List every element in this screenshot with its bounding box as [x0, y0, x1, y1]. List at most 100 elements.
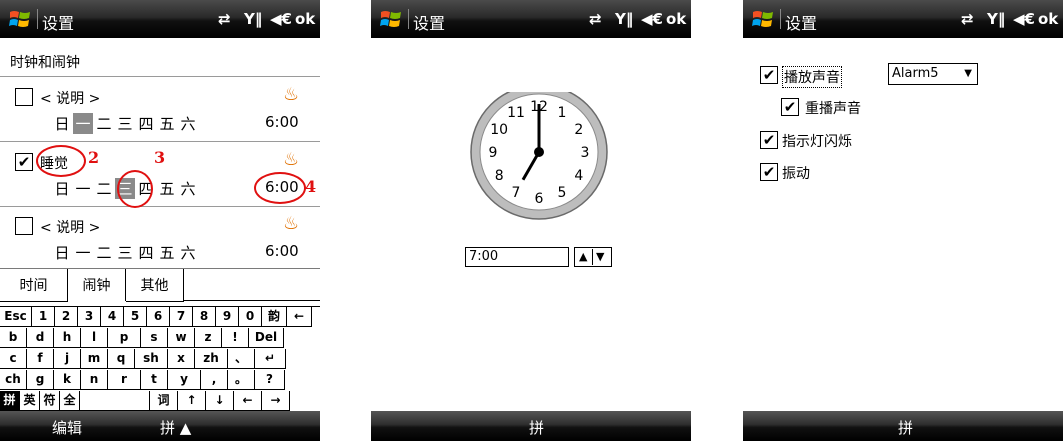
alarm-1-description[interactable]: < 说明 > [40, 88, 100, 108]
play-sound-label[interactable]: 播放声音 [782, 66, 842, 88]
keyboard-key[interactable]: g [27, 370, 54, 390]
chevron-down-icon[interactable]: ▼ [964, 64, 972, 84]
alarm-1-checkbox[interactable] [15, 88, 33, 106]
indicator-light-label[interactable]: 指示灯闪烁 [782, 131, 852, 151]
day-sat[interactable]: 六 [178, 242, 198, 263]
keyboard-key[interactable]: r [108, 370, 141, 390]
keyboard-key[interactable]: t [141, 370, 168, 390]
keyboard-key[interactable]: m [81, 349, 108, 369]
keyboard-key[interactable]: 7 [170, 307, 193, 327]
keyboard-key[interactable]: sh [135, 349, 168, 369]
signal-icon[interactable]: Y‖ [987, 10, 1005, 28]
day-sun[interactable]: 日 [52, 113, 72, 134]
keyboard-key[interactable]: 4 [101, 307, 124, 327]
time-value[interactable]: 7:00 [466, 249, 498, 264]
time-input[interactable]: 7:00 [465, 247, 569, 267]
day-tue[interactable]: 二 [94, 242, 114, 263]
keyboard-key[interactable]: 0 [239, 307, 262, 327]
vibrate-checkbox[interactable]: ✔ [760, 163, 778, 181]
day-sat[interactable]: 六 [178, 178, 198, 199]
keyboard-key[interactable]: p [108, 328, 141, 348]
analog-clock[interactable]: 121234567891011 [467, 92, 617, 232]
keyboard-key[interactable]: 。 [228, 370, 255, 390]
keyboard-key[interactable]: q [108, 349, 135, 369]
keyboard-key[interactable]: → [262, 391, 290, 411]
volume-icon[interactable]: ◀€ [270, 10, 292, 28]
keyboard-key[interactable]: 、 [228, 349, 255, 369]
keyboard-key[interactable]: h [54, 328, 81, 348]
keyboard-key[interactable]: w [168, 328, 195, 348]
indicator-light-checkbox[interactable]: ✔ [760, 131, 778, 149]
connectivity-icon[interactable]: ⇄ [218, 10, 231, 28]
keyboard-key[interactable]: Del [249, 328, 284, 348]
alarm-entry-2[interactable]: ✔ 睡觉 ♨ 日一二三四五六 6:00 2 3 4 [0, 142, 320, 208]
keyboard-key[interactable]: k [54, 370, 81, 390]
volume-icon[interactable]: ◀€ [1013, 10, 1035, 28]
keyboard-key[interactable]: y [168, 370, 201, 390]
day-fri[interactable]: 五 [157, 242, 177, 263]
day-fri[interactable]: 五 [157, 113, 177, 134]
keyboard-key[interactable]: 9 [216, 307, 239, 327]
keyboard-key[interactable]: d [27, 328, 54, 348]
input-method-button[interactable]: 拼 ▲ [160, 417, 191, 438]
keyboard-key[interactable]: 全 [60, 391, 80, 411]
keyboard-key[interactable]: ↑ [178, 391, 206, 411]
keyboard-key[interactable]: Esc [0, 307, 32, 327]
day-wed[interactable]: 三 [115, 113, 135, 134]
alarm-entry-3[interactable]: < 说明 > ♨ 日一二三四五六 6:00 [0, 206, 320, 271]
windows-start-icon[interactable] [380, 9, 402, 29]
alarm-1-time[interactable]: 6:00 [265, 113, 299, 131]
repeat-sound-checkbox[interactable]: ✔ [781, 98, 799, 116]
vibrate-label[interactable]: 振动 [782, 163, 810, 183]
spin-up-icon[interactable]: ▲ [579, 248, 587, 266]
keyboard-key[interactable]: ? [255, 370, 285, 390]
keyboard-key[interactable]: ch [0, 370, 27, 390]
day-tue[interactable]: 二 [94, 113, 114, 134]
keyboard-key[interactable]: c [0, 349, 27, 369]
ok-button[interactable]: ok [666, 10, 686, 28]
signal-icon[interactable]: Y‖ [244, 10, 262, 28]
day-mon[interactable]: 一 [73, 242, 93, 263]
keyboard-key[interactable]: 符 [40, 391, 60, 411]
spin-down-icon[interactable]: ▼ [596, 248, 604, 266]
windows-start-icon[interactable] [9, 9, 31, 29]
keyboard-key[interactable]: ! [222, 328, 249, 348]
day-sun[interactable]: 日 [52, 178, 72, 199]
tab-other[interactable]: 其他 [126, 269, 184, 302]
keyboard-key[interactable]: b [0, 328, 27, 348]
keyboard-key[interactable]: 3 [78, 307, 101, 327]
keyboard-key[interactable]: x [168, 349, 195, 369]
keyboard-key[interactable]: n [81, 370, 108, 390]
play-sound-checkbox[interactable]: ✔ [760, 66, 778, 84]
day-sat[interactable]: 六 [178, 113, 198, 134]
time-spinner[interactable]: ▲ ▼ [574, 247, 612, 267]
keyboard-key[interactable]: 1 [32, 307, 55, 327]
sound-dropdown[interactable]: Alarm5 ▼ [888, 63, 978, 85]
keyboard-key[interactable]: 5 [124, 307, 147, 327]
alarm-2-checkbox[interactable]: ✔ [15, 153, 33, 171]
keyboard-key[interactable]: l [81, 328, 108, 348]
day-mon[interactable]: 一 [73, 178, 93, 199]
volume-icon[interactable]: ◀€ [641, 10, 663, 28]
windows-start-icon[interactable] [752, 9, 774, 29]
tab-alarm[interactable]: 闹钟 [68, 269, 126, 301]
ok-button[interactable]: ok [1038, 10, 1058, 28]
day-wed[interactable]: 三 [115, 242, 135, 263]
sound-value[interactable]: Alarm5 [889, 66, 939, 81]
repeat-sound-label[interactable]: 重播声音 [805, 98, 861, 118]
keyboard-key[interactable]: j [54, 349, 81, 369]
day-sun[interactable]: 日 [52, 242, 72, 263]
keyboard-key[interactable]: ← [287, 307, 312, 327]
ok-button[interactable]: ok [295, 10, 315, 28]
keyboard-key[interactable]: zh [195, 349, 228, 369]
connectivity-icon[interactable]: ⇄ [961, 10, 974, 28]
alarm-3-description[interactable]: < 说明 > [40, 217, 100, 237]
keyboard-key[interactable]: s [141, 328, 168, 348]
connectivity-icon[interactable]: ⇄ [589, 10, 602, 28]
input-method-button[interactable]: 拼 [529, 417, 544, 438]
keyboard-key[interactable]: 韵 [262, 307, 287, 327]
input-method-button[interactable]: 拼 [898, 417, 913, 438]
keyboard-key[interactable]: f [27, 349, 54, 369]
day-thu[interactable]: 四 [136, 242, 156, 263]
keyboard-key[interactable]: 8 [193, 307, 216, 327]
